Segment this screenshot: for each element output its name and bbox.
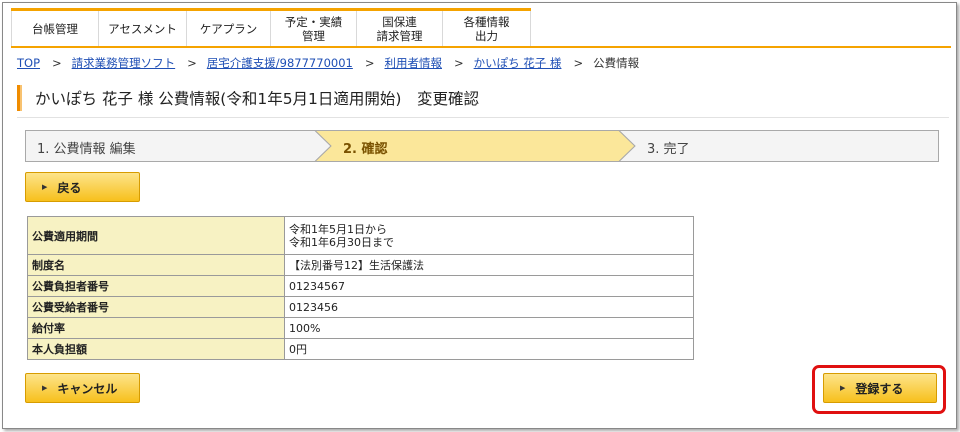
breadcrumb-billing-software[interactable]: 請求業務管理ソフト — [72, 56, 176, 70]
row-key: 公費負担者番号 — [27, 275, 285, 297]
step-3-label: 3. 完了 — [647, 142, 690, 157]
row-value: 0円 — [284, 338, 694, 360]
nav-assessment-label: アセスメント — [108, 21, 177, 36]
arrow-right-icon: ▶ — [840, 384, 846, 392]
register-button[interactable]: ▶ 登録する — [823, 373, 937, 403]
table-row: 本人負担額 0円 — [27, 338, 694, 360]
table-row: 給付率 100% — [27, 317, 694, 339]
step-1-label: 1. 公費情報 編集 — [37, 142, 136, 157]
nav-billing-label: 国保連 請求管理 — [376, 14, 423, 43]
row-key: 公費受給者番号 — [27, 296, 285, 318]
app-frame: 台帳管理 アセスメント ケアプラン 予定・実績 管理 国保連 請求管理 各種情報… — [2, 2, 957, 429]
page-title: かいぽち 花子 様 公費情報(令和1年5月1日適用開始) 変更確認 — [35, 90, 479, 108]
breadcrumb-separator: > — [187, 56, 197, 70]
row-key: 本人負担額 — [27, 338, 285, 360]
nav-ledger[interactable]: 台帳管理 — [11, 11, 99, 46]
table-row: 公費負担者番号 01234567 — [27, 275, 694, 297]
breadcrumb-separator: > — [364, 56, 375, 70]
nav-divider — [11, 46, 951, 48]
cancel-button[interactable]: ▶ キャンセル — [25, 373, 140, 403]
table-row: 公費受給者番号 0123456 — [27, 296, 694, 318]
breadcrumb-top[interactable]: TOP — [17, 56, 40, 70]
nav-ledger-label: 台帳管理 — [32, 21, 78, 36]
title-accent-bar — [17, 85, 22, 111]
back-button-label: 戻る — [57, 180, 82, 195]
nav-careplan[interactable]: ケアプラン — [187, 11, 271, 46]
breadcrumb-separator: > — [453, 56, 464, 70]
row-value: 01234567 — [284, 275, 694, 297]
breadcrumb-user-info[interactable]: 利用者情報 — [384, 56, 442, 70]
nav-billing[interactable]: 国保連 請求管理 — [357, 11, 443, 46]
row-key: 制度名 — [27, 254, 285, 276]
arrow-right-icon: ▶ — [42, 384, 48, 392]
public-expense-table: 公費適用期間 令和1年5月1日から 令和1年6月30日まで 制度名 【法別番号1… — [27, 216, 694, 360]
register-button-label: 登録する — [855, 381, 904, 396]
breadcrumb: TOP > 請求業務管理ソフト > 居宅介護支援/9877770001 > 利用者情報 > かい… — [17, 55, 639, 71]
nav-schedule-label: 予定・実績 管理 — [284, 14, 343, 43]
nav-output-label: 各種情報 出力 — [463, 14, 510, 43]
row-value: 令和1年5月1日から 令和1年6月30日まで — [284, 216, 694, 255]
top-nav: 台帳管理 アセスメント ケアプラン 予定・実績 管理 国保連 請求管理 各種情報… — [11, 8, 531, 46]
nav-careplan-label: ケアプラン — [199, 21, 258, 36]
row-value: 0123456 — [284, 296, 694, 318]
row-key: 公費適用期間 — [27, 216, 285, 255]
nav-assessment[interactable]: アセスメント — [99, 11, 187, 46]
row-key: 給付率 — [27, 317, 285, 339]
back-button[interactable]: ▶ 戻る — [25, 172, 140, 202]
breadcrumb-current: 公費情報 — [593, 56, 640, 70]
arrow-right-icon: ▶ — [42, 183, 48, 191]
breadcrumb-separator: > — [52, 56, 62, 70]
step-progress: 1. 公費情報 編集 2. 確認 3. 完了 — [25, 130, 939, 162]
table-row: 制度名 【法別番号12】生活保護法 — [27, 254, 694, 276]
page-header: かいぽち 花子 様 公費情報(令和1年5月1日適用開始) 変更確認 — [17, 82, 949, 118]
table-row: 公費適用期間 令和1年5月1日から 令和1年6月30日まで — [27, 216, 694, 255]
step-2-label: 2. 確認 — [343, 142, 388, 157]
row-value: 【法別番号12】生活保護法 — [284, 254, 694, 276]
nav-schedule[interactable]: 予定・実績 管理 — [271, 11, 357, 46]
breadcrumb-separator: > — [573, 56, 584, 70]
breadcrumb-office[interactable]: 居宅介護支援/9877770001 — [207, 56, 353, 70]
nav-output[interactable]: 各種情報 出力 — [443, 11, 531, 46]
step-arrows — [25, 130, 939, 162]
breadcrumb-user[interactable]: かいぽち 花子 様 — [474, 56, 562, 70]
row-value: 100% — [284, 317, 694, 339]
cancel-button-label: キャンセル — [57, 381, 118, 396]
